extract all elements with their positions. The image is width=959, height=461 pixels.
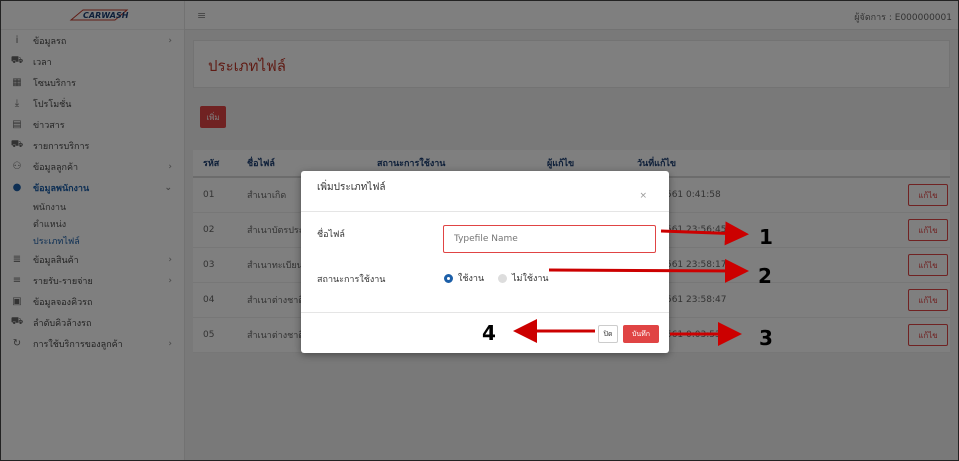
- close-button[interactable]: ปิด: [598, 325, 618, 343]
- radio-selected-icon: [444, 273, 453, 283]
- file-name-label: ชื่อไฟล์: [317, 230, 345, 240]
- close-icon[interactable]: ×: [639, 191, 647, 201]
- radio-inactive[interactable]: ไม่ใช้งาน: [498, 271, 549, 285]
- annotation-4: 4: [482, 321, 496, 345]
- modal-header: เพิ่มประเภทไฟล์ ×: [301, 171, 669, 212]
- save-button[interactable]: บันทึก: [623, 325, 659, 343]
- radio-active[interactable]: ใช้งาน: [444, 271, 484, 285]
- status-label: สถานะการใช้งาน: [317, 275, 386, 285]
- radio-inactive-label: ไม่ใช้งาน: [512, 274, 549, 284]
- file-name-input[interactable]: [443, 225, 656, 253]
- annotation-3: 3: [759, 326, 773, 350]
- radio-unselected-icon: [498, 273, 507, 283]
- annotation-1: 1: [759, 225, 773, 249]
- annotation-2: 2: [758, 264, 772, 288]
- radio-active-label: ใช้งาน: [458, 274, 485, 284]
- app-window: CARWASH iข้อมูลรถ›⛟เวลา▦โซนบริการ⤓โปรโมช…: [0, 0, 959, 461]
- modal-title: เพิ่มประเภทไฟล์: [317, 182, 386, 193]
